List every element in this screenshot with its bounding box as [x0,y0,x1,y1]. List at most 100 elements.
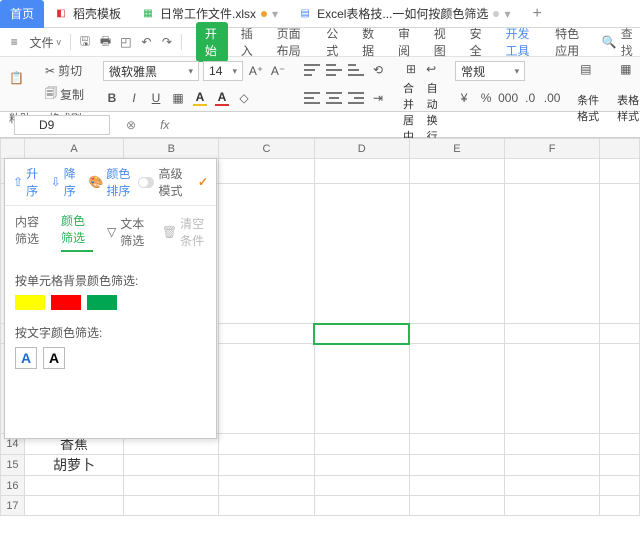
ribbon-tab-data[interactable]: 数据 [353,22,385,62]
fill-color-button[interactable]: A [191,89,209,107]
sort-asc-button[interactable]: ⇧升序 [13,165,41,199]
ribbon-tab-review[interactable]: 审阅 [389,22,421,62]
dot-icon [493,11,499,17]
align-top-icon[interactable] [303,61,321,79]
add-tab-button[interactable]: + [520,5,553,23]
orientation-icon[interactable]: ⟲ [369,61,387,79]
cond-fmt-button[interactable]: ▤ [577,61,609,89]
copy-icon: 🗐 [45,84,57,105]
app-menu-icon[interactable]: ≡ [6,31,22,53]
align-center-icon[interactable] [325,89,343,107]
row-header[interactable]: 16 [1,476,25,496]
comma-icon[interactable]: 000 [499,89,517,107]
clear-fmt-icon[interactable]: ◇ [235,89,253,107]
clear-filter-button[interactable]: 🗑清空条件 [162,215,206,249]
col-header[interactable]: B [124,139,219,159]
ribbon-tab-special[interactable]: 特色应用 [546,22,592,62]
font-select[interactable]: 微软雅黑▾ [103,61,199,81]
ribbon-tab-insert[interactable]: 插入 [232,22,264,62]
col-header[interactable]: D [314,139,409,159]
filter-tab-color[interactable]: 颜色筛选 [61,212,93,252]
file-menu[interactable]: 文件v [26,33,64,52]
row-header[interactable]: 17 [1,496,25,516]
cell-color-swatch[interactable] [51,295,81,310]
table-fmt-button[interactable]: ▦ [617,61,640,89]
active-cell[interactable] [314,324,409,344]
ribbon-tab-devtools[interactable]: 开发工具 [496,22,542,62]
grow-font-icon[interactable]: A⁺ [247,62,265,80]
select-all-corner[interactable] [1,139,25,159]
paste-button[interactable]: 📋 [6,70,38,98]
sort-color-icon: 🎨 [88,175,103,189]
tab-home[interactable]: 首页 [0,0,44,28]
cell[interactable] [600,159,640,184]
cell[interactable] [219,159,314,184]
name-box[interactable]: D9 [14,115,110,135]
ribbon-tab-formula[interactable]: 公式 [317,22,349,62]
cell-a15[interactable]: 胡萝卜 [24,455,123,476]
filter-panel: ⇧升序 ⇩降序 🎨颜色排序 高级模式✓ 内容筛选 颜色筛选 ▽文本筛选 🗑清空条… [4,158,217,439]
search-icon: 🔍 [602,35,617,49]
align-middle-icon[interactable] [325,61,343,79]
indent-icon[interactable]: ⇥ [369,89,387,107]
border-button[interactable]: ▦ [169,89,187,107]
table-fmt-icon: ▦ [620,62,640,88]
numfmt-select[interactable]: 常规▾ [455,61,525,81]
currency-icon[interactable]: ¥ [455,89,473,107]
formula-input[interactable] [177,115,640,135]
bold-button[interactable]: B [103,89,121,107]
save-icon[interactable]: 🖫 [77,31,93,53]
fontsize-select[interactable]: 14▾ [203,61,243,81]
undo-icon[interactable]: ↶ [138,31,154,53]
cell[interactable] [314,159,409,184]
formula-bar: D9 ⊗ fx [0,112,640,138]
col-header[interactable]: C [219,139,314,159]
filter-tab-content[interactable]: 内容筛选 [15,213,47,251]
filter-tab-text[interactable]: ▽文本筛选 [107,215,148,249]
cell-color-swatch[interactable] [15,295,45,310]
italic-button[interactable]: I [125,89,143,107]
align-right-icon[interactable] [347,89,365,107]
font-color-button[interactable]: A [213,89,231,107]
copy-button[interactable]: 🗐复制 [42,83,87,106]
advanced-mode-toggle[interactable]: 高级模式✓ [138,165,208,199]
text-color-swatch[interactable]: A [43,347,65,369]
col-header[interactable]: E [409,139,504,159]
dec-dec-icon[interactable]: .00 [543,89,561,107]
ribbon-tab-start[interactable]: 开始 [196,22,228,62]
cell-color-label: 按单元格背景颜色筛选: [15,272,206,289]
fx-icon[interactable]: ⊗ [110,118,152,132]
ribbon-tabs: 开始 插入 页面布局 公式 数据 审阅 视图 安全 开发工具 特色应用 [196,22,592,62]
tab-daocao[interactable]: ◧稻壳模板 [44,0,131,28]
dirty-dot-icon [261,11,267,17]
menubar: ≡ 文件v 🖫 🖶 ◰ ↶ ↷ 开始 插入 页面布局 公式 数据 审阅 视图 安… [0,28,640,56]
cell[interactable] [409,159,504,184]
col-header[interactable]: A [24,139,123,159]
inc-dec-icon[interactable]: .0 [521,89,539,107]
find-button[interactable]: 🔍查找 [602,25,634,59]
row-header[interactable]: 15 [1,455,25,476]
percent-icon[interactable]: % [477,89,495,107]
align-left-icon[interactable] [303,89,321,107]
cell-color-swatch[interactable] [87,295,117,310]
wrap-button[interactable]: ↩ [423,61,439,77]
ribbon-tab-view[interactable]: 视图 [425,22,457,62]
switch-icon [138,177,154,188]
redo-icon[interactable]: ↷ [159,31,175,53]
cell[interactable] [505,159,600,184]
underline-button[interactable]: U [147,89,165,107]
sort-color-button[interactable]: 🎨颜色排序 [88,165,137,199]
preview-icon[interactable]: ◰ [118,31,134,53]
shrink-font-icon[interactable]: A⁻ [269,62,287,80]
col-header[interactable] [600,139,640,159]
align-bottom-icon[interactable] [347,61,365,79]
sort-desc-button[interactable]: ⇩降序 [51,165,79,199]
merge-button[interactable]: ⊞ [403,61,419,77]
cond-fmt-icon: ▤ [580,62,606,88]
cut-button[interactable]: ✂剪切 [42,61,87,80]
print-icon[interactable]: 🖶 [97,31,113,53]
col-header[interactable]: F [505,139,600,159]
ribbon-tab-security[interactable]: 安全 [461,22,493,62]
ribbon-tab-layout[interactable]: 页面布局 [268,22,314,62]
text-color-swatch[interactable]: A [15,347,37,369]
